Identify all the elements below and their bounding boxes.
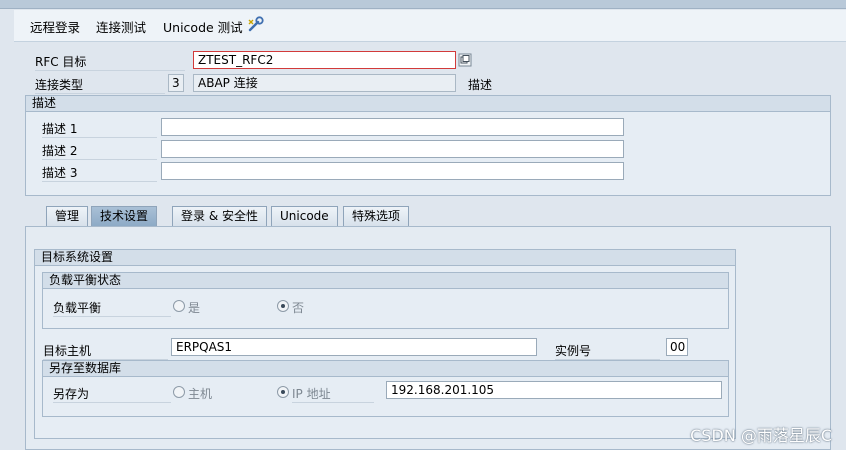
ip-address-field[interactable]: 192.168.201.105	[386, 381, 722, 399]
instance-number-field[interactable]: 00	[666, 338, 688, 356]
tab-logon-security[interactable]: 登录 & 安全性	[172, 206, 267, 226]
connection-type-code: 3	[172, 76, 180, 90]
save-as-ip-radio[interactable]	[277, 386, 289, 398]
load-balance-yes-radio[interactable]	[173, 300, 185, 312]
description-group-title: 描述	[26, 96, 830, 112]
description-2-field[interactable]	[161, 140, 624, 158]
technical-settings-panel: 目标系统设置 负载平衡状态 负载平衡 是 否 目标主机 ERPQAS1 实例号 …	[25, 226, 831, 450]
window-top-bar	[0, 0, 846, 9]
rfc-target-field[interactable]: ZTEST_RFC2	[193, 51, 456, 69]
load-balance-group: 负载平衡状态 负载平衡 是 否	[42, 272, 729, 329]
ip-address-value: 192.168.201.105	[391, 383, 495, 397]
connection-type-label: 连接类型	[35, 76, 165, 94]
tab-management[interactable]: 管理	[46, 206, 89, 226]
save-as-label: 另存为	[53, 385, 171, 403]
save-to-db-group: 另存至数据库 另存为 主机 IP 地址 192.168.201.105	[42, 360, 729, 417]
tab-special-options[interactable]: 特殊选项	[343, 206, 410, 226]
instance-number-value: 00	[670, 340, 686, 354]
save-as-host-radio[interactable]	[173, 386, 185, 398]
target-host-label: 目标主机	[43, 342, 168, 360]
description-1-field[interactable]	[161, 118, 624, 136]
save-as-host-label: 主机	[188, 387, 213, 401]
description-3-field[interactable]	[161, 162, 624, 180]
save-as-ip-label: IP 地址	[292, 385, 374, 403]
unicode-test-button[interactable]: Unicode 测试	[163, 17, 243, 36]
connection-type-value: ABAP 连接	[198, 76, 258, 90]
tab-unicode[interactable]: Unicode	[271, 206, 338, 226]
description-group: 描述 描述 1 描述 2 描述 3	[25, 95, 831, 196]
load-balance-yes-label: 是	[188, 301, 201, 315]
connection-type-code-field: 3	[168, 74, 184, 92]
target-system-title: 目标系统设置	[35, 250, 735, 266]
description-2-label: 描述 2	[42, 142, 157, 160]
copy-icon[interactable]	[458, 53, 472, 67]
target-host-value: ERPQAS1	[176, 340, 233, 354]
application-toolbar: 远程登录 连接测试 Unicode 测试	[14, 10, 846, 42]
description-side-label: 描述	[468, 78, 493, 92]
rfc-target-label: RFC 目标	[35, 53, 185, 71]
save-to-db-title: 另存至数据库	[43, 361, 728, 377]
wrench-icon[interactable]	[246, 15, 266, 35]
load-balance-label: 负载平衡	[53, 299, 171, 317]
description-3-label: 描述 3	[42, 164, 157, 182]
description-1-label: 描述 1	[42, 120, 157, 138]
connection-type-field: ABAP 连接	[193, 74, 456, 92]
connection-test-button[interactable]: 连接测试	[96, 17, 146, 36]
watermark: CSDN @雨落星辰C	[690, 426, 832, 445]
target-host-field[interactable]: ERPQAS1	[171, 338, 537, 356]
load-balance-no-label: 否	[292, 301, 305, 315]
target-system-group: 目标系统设置 负载平衡状态 负载平衡 是 否 目标主机 ERPQAS1 实例号 …	[34, 249, 736, 439]
instance-number-label: 实例号	[555, 342, 660, 360]
rfc-target-value: ZTEST_RFC2	[198, 53, 274, 67]
remote-login-button[interactable]: 远程登录	[30, 17, 80, 36]
load-balance-no-radio[interactable]	[277, 300, 289, 312]
load-balance-title: 负载平衡状态	[43, 273, 728, 289]
tab-technical-settings[interactable]: 技术设置	[91, 206, 158, 226]
